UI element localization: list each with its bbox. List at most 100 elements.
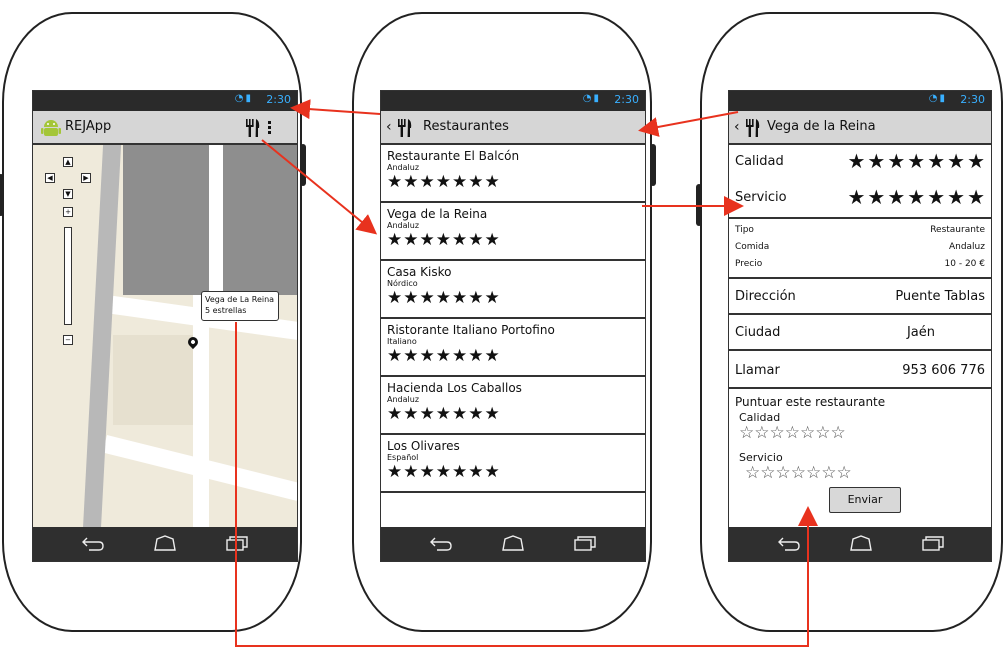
info-value: Restaurante	[930, 225, 985, 235]
info-label: Comida	[735, 242, 770, 252]
restaurant-list-item[interactable]: Restaurante El Balcón Andaluz ★★★★★★★	[381, 145, 645, 203]
rate-service-stars[interactable]: ☆☆☆☆☆☆☆	[745, 463, 852, 483]
back-icon[interactable]	[777, 535, 801, 551]
rating-stars: ★★★★★★★	[847, 185, 987, 209]
status-time: 2:30	[960, 93, 985, 106]
phone-list: ◔▮ 2:30 ‹ Restaurantes Restaurante El Ba…	[352, 12, 656, 632]
android-icon	[41, 120, 61, 136]
restaurant-name: Hacienda Los Caballos	[387, 381, 522, 395]
restaurant-list-item[interactable]: Ristorante Italiano Portofino Italiano ★…	[381, 319, 645, 377]
action-bar: REJApp	[33, 111, 297, 145]
back-chevron-icon[interactable]: ‹	[386, 119, 392, 135]
zoom-out-button[interactable]: −	[63, 335, 73, 345]
zoom-slider[interactable]	[64, 227, 72, 325]
info-value: Andaluz	[948, 242, 985, 252]
action-bar: ‹ Vega de la Reina	[729, 111, 991, 145]
back-icon[interactable]	[429, 535, 453, 551]
map-block	[113, 335, 203, 425]
restaurant-list-item[interactable]: Casa Kisko Nórdico ★★★★★★★	[381, 261, 645, 319]
detail-row-address[interactable]: Dirección Puente Tablas	[729, 279, 991, 315]
rate-section: Puntuar este restaurante Calidad ☆☆☆☆☆☆☆…	[729, 389, 991, 531]
restaurant-icon	[398, 119, 412, 137]
screen-title: Restaurantes	[423, 119, 509, 134]
info-table: Tipo Restaurante Comida Andaluz Precio 1…	[729, 219, 991, 279]
phone-side-button	[300, 144, 306, 186]
overflow-menu-icon[interactable]	[267, 120, 273, 136]
rating-stars: ★★★★★★★	[387, 404, 501, 424]
detail-value: Jaén	[906, 325, 935, 340]
phone-side-button	[0, 174, 4, 216]
rating-row-quality: Calidad ★★★★★★★	[729, 145, 991, 181]
rating-stars: ★★★★★★★	[387, 462, 501, 482]
nav-bar	[33, 527, 297, 561]
phone-side-button	[650, 144, 656, 186]
info-value: 10 - 20 €	[944, 259, 985, 269]
rating-stars: ★★★★★★★	[387, 230, 501, 250]
pan-left-button[interactable]: ◀	[45, 173, 55, 183]
status-bar: ◔▮ 2:30	[33, 91, 297, 111]
send-rating-button[interactable]: Enviar	[829, 487, 901, 513]
restaurant-cuisine: Nórdico	[387, 279, 418, 288]
phone-side-button	[696, 184, 702, 226]
detail-row-call[interactable]: Llamar 953 606 776	[729, 351, 991, 389]
restaurant-name: Ristorante Italiano Portofino	[387, 323, 555, 337]
pan-down-button[interactable]: ▼	[63, 189, 73, 199]
app-title: REJApp	[65, 119, 112, 134]
back-chevron-icon[interactable]: ‹	[734, 119, 740, 135]
restaurant-cuisine: Español	[387, 453, 419, 462]
status-time: 2:30	[614, 93, 639, 106]
restaurant-list-item[interactable]: Vega de la Reina Andaluz ★★★★★★★	[381, 203, 645, 261]
status-time: 2:30	[266, 93, 291, 106]
home-icon[interactable]	[849, 535, 873, 551]
zoom-in-button[interactable]: +	[63, 207, 73, 217]
recent-apps-icon[interactable]	[573, 535, 597, 551]
rating-row-service: Servicio ★★★★★★★	[729, 181, 991, 219]
info-label: Tipo	[735, 225, 754, 235]
map-road	[193, 295, 209, 529]
detail-label: Ciudad	[735, 325, 781, 340]
rating-stars: ★★★★★★★	[387, 172, 501, 192]
map-road	[209, 145, 223, 315]
recent-apps-icon[interactable]	[225, 535, 249, 551]
restaurant-list-item[interactable]: Hacienda Los Caballos Andaluz ★★★★★★★	[381, 377, 645, 435]
action-bar: ‹ Restaurantes	[381, 111, 645, 145]
rating-stars: ★★★★★★★	[387, 346, 501, 366]
detail-row-city[interactable]: Ciudad Jaén	[729, 315, 991, 351]
recent-apps-icon[interactable]	[921, 535, 945, 551]
restaurant-list-item[interactable]: Los Olivares Español ★★★★★★★	[381, 435, 645, 493]
restaurant-cuisine: Andaluz	[387, 395, 420, 404]
map-info-bubble[interactable]: Vega de La Reina 5 estrellas	[201, 291, 279, 321]
map-block	[221, 145, 297, 295]
bubble-title: Vega de La Reina	[205, 295, 275, 304]
restaurant-icon[interactable]	[245, 118, 261, 138]
detail-label: Dirección	[735, 289, 796, 304]
back-icon[interactable]	[81, 535, 105, 551]
rate-quality-stars[interactable]: ☆☆☆☆☆☆☆	[739, 423, 846, 443]
restaurant-cuisine: Andaluz	[387, 221, 420, 230]
restaurant-cuisine: Andaluz	[387, 163, 420, 172]
map-view[interactable]: ▲ ◀ ▶ ▼ + − Vega de La Reina 5 estrellas	[33, 145, 297, 529]
screen-list: ◔▮ 2:30 ‹ Restaurantes Restaurante El Ba…	[380, 90, 646, 562]
screen-map: ◔▮ 2:30 REJApp ▲ ◀ ▶ ▼ + − Vega de La Re…	[32, 90, 298, 562]
phone-map: ◔▮ 2:30 REJApp ▲ ◀ ▶ ▼ + − Vega de La Re…	[0, 12, 306, 632]
pan-up-button[interactable]: ▲	[63, 157, 73, 167]
restaurant-name: Los Olivares	[387, 439, 460, 453]
signal-icon: ◔▮	[928, 93, 947, 104]
status-bar: ◔▮ 2:30	[381, 91, 645, 111]
nav-bar	[729, 527, 991, 561]
home-icon[interactable]	[153, 535, 177, 551]
home-icon[interactable]	[501, 535, 525, 551]
restaurant-name: Restaurante El Balcón	[387, 149, 520, 163]
screen-detail: ◔▮ 2:30 ‹ Vega de la Reina Calidad ★★★★★…	[728, 90, 992, 562]
map-block	[123, 145, 209, 295]
pan-right-button[interactable]: ▶	[81, 173, 91, 183]
detail-value: 953 606 776	[902, 363, 985, 378]
rating-stars: ★★★★★★★	[847, 149, 987, 173]
status-bar: ◔▮ 2:30	[729, 91, 991, 111]
rate-heading: Puntuar este restaurante	[735, 395, 886, 409]
signal-icon: ◔▮	[234, 93, 253, 104]
rating-stars: ★★★★★★★	[387, 288, 501, 308]
restaurant-cuisine: Italiano	[387, 337, 417, 346]
screen-title: Vega de la Reina	[767, 119, 876, 134]
restaurant-name: Casa Kisko	[387, 265, 452, 279]
